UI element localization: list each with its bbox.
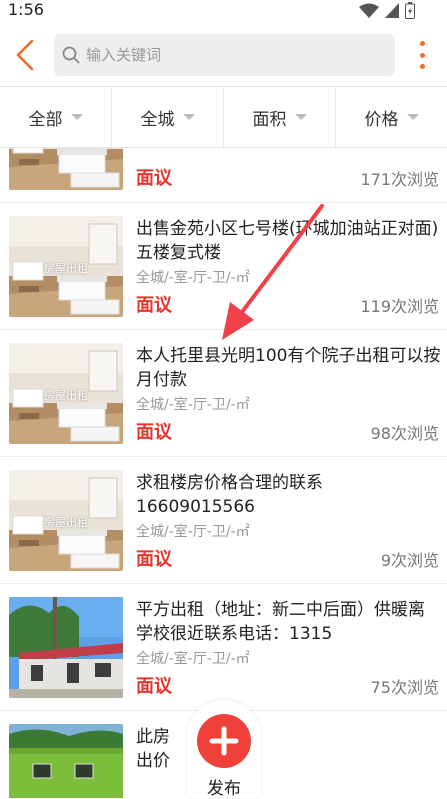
wifi-icon — [359, 3, 379, 18]
thumbnail-label: 房屋出租 — [44, 389, 88, 402]
publish-label: 发布 — [207, 779, 241, 799]
caret-down-icon — [70, 114, 83, 120]
listing-thumbnail — [9, 724, 123, 798]
status-time: 1:56 — [8, 0, 44, 19]
listing-thumbnail — [9, 148, 123, 190]
filter-label: 全城 — [140, 109, 175, 130]
top-bar — [0, 24, 447, 86]
listing-price: 面议 — [136, 295, 172, 316]
search-box[interactable] — [54, 34, 395, 76]
more-dot-icon — [419, 41, 425, 46]
signal-icon — [385, 2, 399, 18]
status-icons — [359, 2, 415, 19]
listing-thumbnail: 房屋出租 — [9, 216, 123, 317]
list-item[interactable]: 房屋出租 求租楼房价格合理的联系16609015566 全城/-室-厅-卫/-㎡… — [0, 457, 447, 584]
filter-area[interactable]: 面积 — [224, 87, 336, 147]
listing-views: 119次浏览 — [360, 297, 439, 316]
listing-title: 求租楼房价格合理的联系16609015566 — [136, 473, 323, 517]
list-item[interactable]: 房屋出租 出售金苑小区七号楼(环城加油站正对面) 五楼复式楼 全城/-室-厅-卫… — [0, 203, 447, 330]
list-item[interactable]: 面议 171次浏览 — [0, 148, 447, 203]
filter-label: 面积 — [252, 109, 287, 130]
listing-price: 面议 — [136, 549, 172, 570]
caret-down-icon — [406, 114, 419, 120]
listing-price: 面议 — [136, 168, 172, 189]
listing-title: 出售金苑小区七号楼(环城加油站正对面) 五楼复式楼 — [136, 219, 439, 263]
more-dot-icon — [419, 52, 425, 58]
chevron-left-icon — [16, 39, 34, 71]
filter-city[interactable]: 全城 — [112, 87, 224, 147]
listing-views: 98次浏览 — [370, 424, 439, 443]
listing-views: 75次浏览 — [370, 678, 439, 697]
more-dot-icon — [419, 64, 425, 69]
listing-thumbnail: 房屋出租 — [9, 470, 123, 571]
publish-fab[interactable]: 发布 — [187, 700, 261, 799]
listing-title: 平方出租（地址：新二中后面）供暖离学校很近联系电话：1315 — [136, 600, 425, 644]
thumbnail-label: 房屋出租 — [44, 262, 88, 275]
listing-title: 此房出价格面 — [136, 727, 170, 771]
list-item[interactable]: 房屋出租 本人托里县光明100有个院子出租可以按月付款 全城/-室-厅-卫/-㎡… — [0, 330, 447, 457]
listing-views: 9次浏览 — [380, 551, 439, 570]
search-icon — [62, 46, 80, 64]
listing-meta: 全城/-室-厅-卫/-㎡ — [136, 651, 250, 667]
listing-meta: 全城/-室-厅-卫/-㎡ — [136, 397, 250, 413]
search-input[interactable] — [86, 46, 386, 64]
filter-label: 全部 — [28, 109, 63, 130]
listing-price: 面议 — [136, 676, 172, 697]
status-bar: 1:56 — [0, 0, 447, 24]
listing-thumbnail: 房屋出租 — [9, 343, 123, 444]
listing-views: 171次浏览 — [360, 170, 439, 189]
filter-bar: 全部 全城 面积 价格 — [0, 86, 447, 148]
filter-label: 价格 — [364, 109, 399, 130]
caret-down-icon — [294, 114, 307, 120]
thumbnail-label: 房屋出租 — [44, 516, 88, 529]
caret-down-icon — [182, 114, 195, 120]
listing-thumbnail — [9, 597, 123, 698]
battery-icon — [405, 2, 415, 19]
back-button[interactable] — [8, 36, 42, 74]
filter-all[interactable]: 全部 — [0, 87, 112, 147]
listing-title: 本人托里县光明100有个院子出租可以按月付款 — [136, 346, 441, 390]
listing-meta: 全城/-室-厅-卫/-㎡ — [136, 270, 250, 286]
publish-button[interactable] — [197, 714, 251, 768]
more-options-button[interactable] — [412, 38, 432, 72]
listing-price: 面议 — [136, 422, 172, 443]
plus-icon — [209, 726, 239, 756]
listing-meta: 全城/-室-厅-卫/-㎡ — [136, 524, 250, 540]
filter-price[interactable]: 价格 — [336, 87, 447, 147]
list-item[interactable]: 平方出租（地址：新二中后面）供暖离学校很近联系电话：1315 全城/-室-厅-卫… — [0, 584, 447, 711]
